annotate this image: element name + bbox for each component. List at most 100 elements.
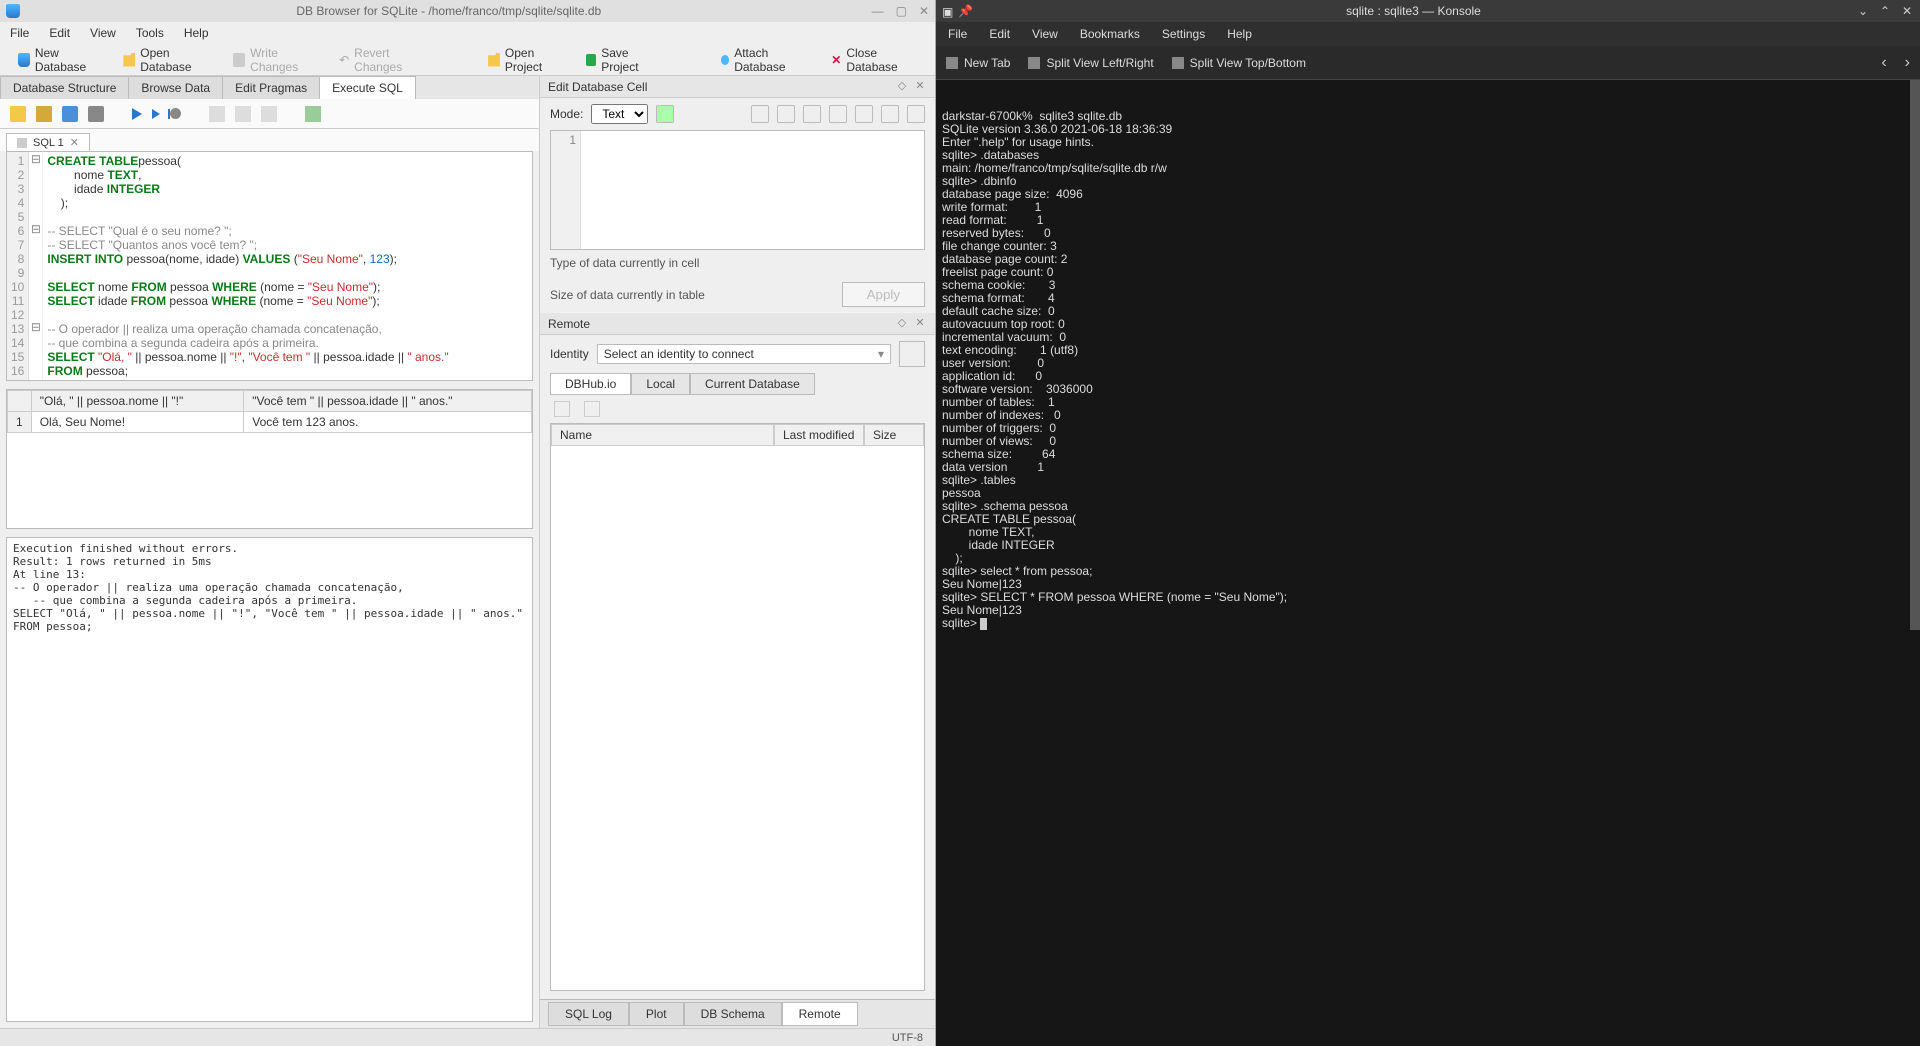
konsole-minimize-icon[interactable]: ⌄: [1856, 4, 1870, 18]
save-results-icon[interactable]: [209, 106, 225, 122]
run-icon[interactable]: [132, 108, 142, 120]
konsole-titlebar[interactable]: ▣ 📌 sqlite : sqlite3 — Konsole ⌄ ⌃ ✕: [936, 0, 1920, 22]
main-toolbar: New Database Open Database Write Changes…: [0, 44, 935, 76]
close-icon[interactable]: ✕: [919, 4, 929, 18]
konsole-close-icon[interactable]: ✕: [1900, 4, 1914, 18]
remote-refresh-icon[interactable]: [554, 401, 570, 417]
cell-editor[interactable]: 1: [550, 130, 925, 250]
terminal[interactable]: darkstar-6700k% sqlite3 sqlite.dbSQLite …: [936, 80, 1920, 1046]
print-cell-icon[interactable]: [907, 105, 925, 123]
close-remote-icon[interactable]: ✕: [913, 317, 927, 331]
btab-remote[interactable]: Remote: [782, 1002, 858, 1026]
kmenu-bookmarks[interactable]: Bookmarks: [1080, 27, 1140, 41]
mode-select[interactable]: Text: [591, 104, 648, 124]
copy-icon[interactable]: [803, 105, 821, 123]
konsole-app-icon: ▣: [942, 5, 954, 17]
detach-remote-icon[interactable]: ◇: [895, 317, 909, 331]
status-bar: UTF-8: [0, 1028, 935, 1046]
new-tab-button[interactable]: New Tab: [946, 56, 1010, 70]
refresh-icon[interactable]: [656, 105, 674, 123]
close-sql-tab-icon[interactable]: ✕: [70, 136, 79, 149]
find-replace-icon[interactable]: [261, 106, 277, 122]
results-table[interactable]: "Olá, " || pessoa.nome || "!" "Você tem …: [6, 389, 533, 529]
menu-view[interactable]: View: [90, 26, 116, 40]
run-line-icon[interactable]: [152, 109, 160, 119]
terminal-scrollbar[interactable]: [1910, 80, 1920, 1046]
menu-file[interactable]: File: [10, 26, 29, 40]
close-database-button[interactable]: ✕Close Database: [823, 43, 925, 77]
save-project-button[interactable]: Save Project: [578, 43, 667, 77]
remote-tab-dbhub[interactable]: DBHub.io: [550, 373, 631, 395]
kmenu-file[interactable]: File: [948, 27, 967, 41]
format-icon[interactable]: [881, 105, 899, 123]
btab-sqllog[interactable]: SQL Log: [548, 1002, 629, 1026]
konsole-toolbar: New Tab Split View Left/Right Split View…: [936, 46, 1920, 80]
edit-cell-toolbar: Mode: Text: [540, 98, 935, 130]
menu-help[interactable]: Help: [184, 26, 209, 40]
tab-edit-pragmas[interactable]: Edit Pragmas: [222, 76, 320, 99]
remote-clone-icon[interactable]: [584, 401, 600, 417]
find-icon[interactable]: [235, 106, 251, 122]
pin-icon[interactable]: 📌: [958, 4, 973, 18]
menu-tools[interactable]: Tools: [136, 26, 164, 40]
remote-table[interactable]: Name Last modified Size: [550, 423, 925, 991]
next-tab-icon[interactable]: ›: [1905, 54, 1910, 72]
new-sql-icon[interactable]: [10, 106, 26, 122]
sql-editor[interactable]: 1234567891011121314151617 ⊟⊟⊟ CREATE TAB…: [6, 151, 533, 381]
minimize-icon[interactable]: —: [872, 4, 884, 18]
save-sql-icon[interactable]: [62, 106, 78, 122]
konsole-maximize-icon[interactable]: ⌃: [1878, 4, 1892, 18]
menubar: File Edit View Tools Help: [0, 22, 935, 44]
tab-browse-data[interactable]: Browse Data: [128, 76, 223, 99]
bottom-tabs: SQL Log Plot DB Schema Remote: [540, 999, 935, 1028]
kmenu-edit[interactable]: Edit: [989, 27, 1010, 41]
result-col-2[interactable]: "Você tem " || pessoa.idade || " anos.": [244, 391, 532, 412]
import-icon[interactable]: [751, 105, 769, 123]
revert-changes-button[interactable]: ↶Revert Changes: [331, 43, 434, 77]
encoding-label: UTF-8: [892, 1032, 923, 1044]
remote-tab-current[interactable]: Current Database: [690, 373, 815, 395]
remote-tab-local[interactable]: Local: [631, 373, 690, 395]
detach-icon[interactable]: ◇: [895, 80, 909, 94]
tab-execute-sql[interactable]: Execute SQL: [319, 76, 416, 99]
btab-dbschema[interactable]: DB Schema: [684, 1002, 782, 1026]
sql-file-tab[interactable]: SQL 1✕: [6, 133, 90, 151]
export-icon[interactable]: [777, 105, 795, 123]
split-lr-button[interactable]: Split View Left/Right: [1028, 56, 1153, 70]
close-panel-icon[interactable]: ✕: [913, 80, 927, 94]
dbbrowser-titlebar[interactable]: DB Browser for SQLite - /home/franco/tmp…: [0, 0, 935, 22]
paste-icon[interactable]: [829, 105, 847, 123]
kmenu-help[interactable]: Help: [1227, 27, 1252, 41]
tab-db-structure[interactable]: Database Structure: [0, 76, 129, 99]
attach-database-button[interactable]: Attach Database: [713, 43, 818, 77]
open-project-button[interactable]: Open Project: [480, 43, 572, 77]
execution-log[interactable]: Execution finished without errors. Resul…: [6, 537, 533, 1022]
app-icon: [6, 4, 20, 18]
cell-type-label: Type of data currently in cell: [550, 256, 699, 270]
kmenu-settings[interactable]: Settings: [1162, 27, 1205, 41]
result-col-1[interactable]: "Olá, " || pessoa.nome || "!": [31, 391, 244, 412]
identity-select[interactable]: Select an identity to connect ▾: [597, 344, 891, 364]
konsole-menubar: File Edit View Bookmarks Settings Help: [936, 22, 1920, 46]
null-icon[interactable]: [855, 105, 873, 123]
sql-toolbar: [0, 99, 539, 129]
konsole-title: sqlite : sqlite3 — Konsole: [979, 4, 1848, 18]
maximize-icon[interactable]: ▢: [896, 4, 907, 18]
dbbrowser-window: DB Browser for SQLite - /home/franco/tmp…: [0, 0, 936, 1046]
stop-icon[interactable]: [170, 108, 181, 119]
split-tb-button[interactable]: Split View Top/Bottom: [1172, 56, 1306, 70]
btab-plot[interactable]: Plot: [629, 1002, 684, 1026]
indent-icon[interactable]: [305, 106, 321, 122]
print-sql-icon[interactable]: [88, 106, 104, 122]
prev-tab-icon[interactable]: ‹: [1881, 54, 1886, 72]
kmenu-view[interactable]: View: [1032, 27, 1058, 41]
connect-icon[interactable]: [899, 341, 925, 367]
apply-button[interactable]: Apply: [842, 282, 925, 307]
open-database-button[interactable]: Open Database: [115, 43, 219, 77]
menu-edit[interactable]: Edit: [49, 26, 70, 40]
new-database-button[interactable]: New Database: [10, 43, 109, 77]
write-changes-button[interactable]: Write Changes: [225, 43, 325, 77]
open-sql-icon[interactable]: [36, 106, 52, 122]
window-title: DB Browser for SQLite - /home/franco/tmp…: [26, 4, 872, 18]
table-row[interactable]: 1 Olá, Seu Nome! Você tem 123 anos.: [8, 412, 532, 433]
